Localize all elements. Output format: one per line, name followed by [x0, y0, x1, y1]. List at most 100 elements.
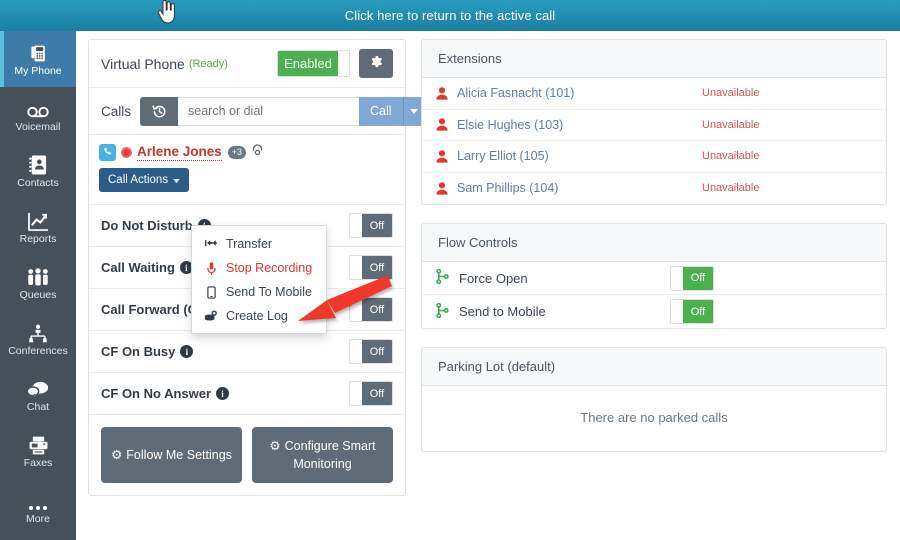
user-icon: [436, 149, 448, 163]
toggle-label: Enabled: [278, 51, 338, 76]
parking-lot-panel: Parking Lot (default) There are no parke…: [421, 347, 887, 452]
feature-label: Call Waiting i: [101, 260, 193, 275]
toggle-knob: [338, 51, 349, 76]
sidebar-item-label: Chat: [26, 400, 50, 413]
sidebar-item-label: Conferences: [8, 344, 68, 357]
flow-control-name: Send to Mobile: [459, 304, 546, 319]
cf-on-no-answer-toggle[interactable]: Off: [349, 381, 393, 406]
sidebar-item-label: More: [26, 512, 50, 525]
call-actions-label: Call Actions: [108, 174, 169, 186]
extension-row[interactable]: Alicia Fasnacht (101) Unavailable: [422, 78, 886, 110]
sidebar-item-label: Queues: [19, 288, 57, 301]
flow-branch-icon: [436, 268, 449, 287]
return-to-active-call-banner[interactable]: Click here to return to the active call: [0, 0, 900, 31]
configure-smart-monitoring-button[interactable]: ⚙ Configure Smart Monitoring: [252, 427, 393, 484]
sidebar-item-label: Voicemail: [15, 120, 61, 133]
flow-controls-title: Flow Controls: [422, 224, 886, 262]
active-call-row: Arlene Jones +3 Call Actions: [89, 135, 405, 205]
extension-name: Elsie Hughes (103): [457, 117, 564, 132]
extension-row[interactable]: Larry Elliot (105) Unavailable: [422, 141, 886, 173]
mobile-icon: [204, 285, 218, 299]
caret-down-icon: [173, 174, 180, 186]
voicemail-icon: [27, 98, 49, 119]
send-to-mobile-toggle[interactable]: Off: [670, 299, 714, 324]
active-caller-name[interactable]: Arlene Jones: [137, 144, 222, 161]
flow-control-name: Force Open: [459, 270, 528, 286]
feature-label-text: Call Waiting: [101, 260, 175, 275]
menu-item-label: Create Log: [226, 309, 288, 323]
sidebar-item-my-phone[interactable]: My Phone: [0, 31, 76, 87]
call-forward-always-toggle[interactable]: Off: [349, 297, 393, 322]
toggle-label: Off: [362, 382, 392, 405]
toggle-label: Off: [362, 298, 392, 321]
toggle-label: Off: [683, 300, 713, 323]
sidebar-item-reports[interactable]: Reports: [0, 199, 76, 255]
gear-icon: ⚙: [111, 448, 123, 463]
sidebar-item-label: Reports: [19, 232, 57, 245]
main-sidebar: My Phone Voicemail Contacts Reports Queu: [0, 31, 76, 540]
gear-icon: ⚙: [269, 439, 281, 453]
extension-name: Larry Elliot (105): [457, 149, 549, 164]
ellipsis-icon: [27, 490, 49, 511]
menu-item-label: Send To Mobile: [226, 285, 312, 299]
sidebar-item-more[interactable]: More: [0, 479, 76, 535]
info-icon[interactable]: i: [216, 387, 230, 400]
extensions-panel: Extensions Alicia Fasnacht (101) Unavail…: [421, 39, 887, 205]
force-open-toggle[interactable]: Off: [670, 265, 714, 291]
call-actions-dropdown-menu: Transfer Stop Recording Send To Mobile C…: [191, 225, 327, 334]
create-log-icon: [204, 309, 218, 323]
virtual-phone-enabled-toggle[interactable]: Enabled: [277, 50, 350, 77]
microphone-icon: [204, 261, 218, 275]
menu-item-send-to-mobile[interactable]: Send To Mobile: [192, 280, 326, 304]
sidebar-item-queues[interactable]: Queues: [0, 255, 76, 311]
menu-item-stop-recording[interactable]: Stop Recording: [192, 256, 326, 280]
sidebar-item-contacts[interactable]: Contacts: [0, 143, 76, 199]
feature-label: CF On Busy i: [101, 344, 194, 359]
user-icon: [436, 86, 448, 100]
do-not-disturb-toggle[interactable]: Off: [349, 213, 393, 238]
feature-row-cf-on-no-answer: CF On No Answer i Off: [89, 373, 405, 415]
toggle-label: Off: [362, 256, 392, 279]
calls-label: Calls: [101, 103, 132, 119]
participants-badge: +3: [227, 145, 247, 159]
call-waiting-toggle[interactable]: Off: [349, 255, 393, 280]
contacts-icon: [29, 154, 47, 175]
extension-status: Unavailable: [702, 118, 760, 131]
cf-on-busy-toggle[interactable]: Off: [349, 339, 393, 364]
sidebar-item-admin[interactable]: Admin: [0, 535, 76, 540]
info-icon[interactable]: i: [180, 345, 194, 358]
follow-me-settings-button[interactable]: ⚙ Follow Me Settings: [101, 427, 242, 484]
feature-row-cf-on-busy: CF On Busy i Off: [89, 331, 405, 373]
extensions-title: Extensions: [422, 40, 886, 78]
virtual-phone-settings-button[interactable]: [359, 49, 393, 78]
call-button[interactable]: Call: [359, 96, 403, 126]
search-or-dial-input[interactable]: [178, 96, 360, 126]
toggle-label: Off: [362, 340, 392, 363]
desk-phone-icon: [29, 42, 48, 63]
flow-branch-icon: [436, 302, 449, 321]
sidebar-item-chat[interactable]: Chat: [0, 367, 76, 423]
reports-chart-icon: [27, 210, 49, 231]
sidebar-item-label: Faxes: [23, 456, 53, 469]
flow-control-row-send-to-mobile: Send to Mobile Off: [422, 295, 886, 328]
call-actions-button[interactable]: Call Actions: [99, 168, 190, 192]
sidebar-item-faxes[interactable]: Faxes: [0, 423, 76, 479]
history-clock-icon[interactable]: [140, 96, 179, 126]
transfer-icon: [204, 239, 218, 250]
main-content: Virtual Phone (Ready) Enabled Calls sear…: [76, 31, 900, 540]
record-dot-icon: [121, 146, 132, 158]
extension-row[interactable]: Elsie Hughes (103) Unavailable: [422, 110, 886, 141]
virtual-phone-header: Virtual Phone (Ready) Enabled: [89, 40, 405, 88]
user-icon: [436, 118, 448, 131]
configure-smart-monitoring-label: Configure Smart Monitoring: [284, 439, 376, 472]
app-root: Click here to return to the active call …: [0, 0, 900, 540]
sidebar-item-voicemail[interactable]: Voicemail: [0, 87, 76, 143]
extension-row[interactable]: Sam Phillips (104) Unavailable: [422, 173, 886, 205]
menu-item-create-log[interactable]: Create Log: [192, 304, 326, 328]
menu-item-transfer[interactable]: Transfer: [192, 232, 326, 256]
feature-label: CF On No Answer i: [101, 386, 230, 401]
conferences-icon: [27, 322, 49, 343]
parking-lot-empty-message: There are no parked calls: [580, 410, 728, 425]
parking-lot-title: Parking Lot (default): [422, 348, 886, 386]
sidebar-item-conferences[interactable]: Conferences: [0, 311, 76, 367]
